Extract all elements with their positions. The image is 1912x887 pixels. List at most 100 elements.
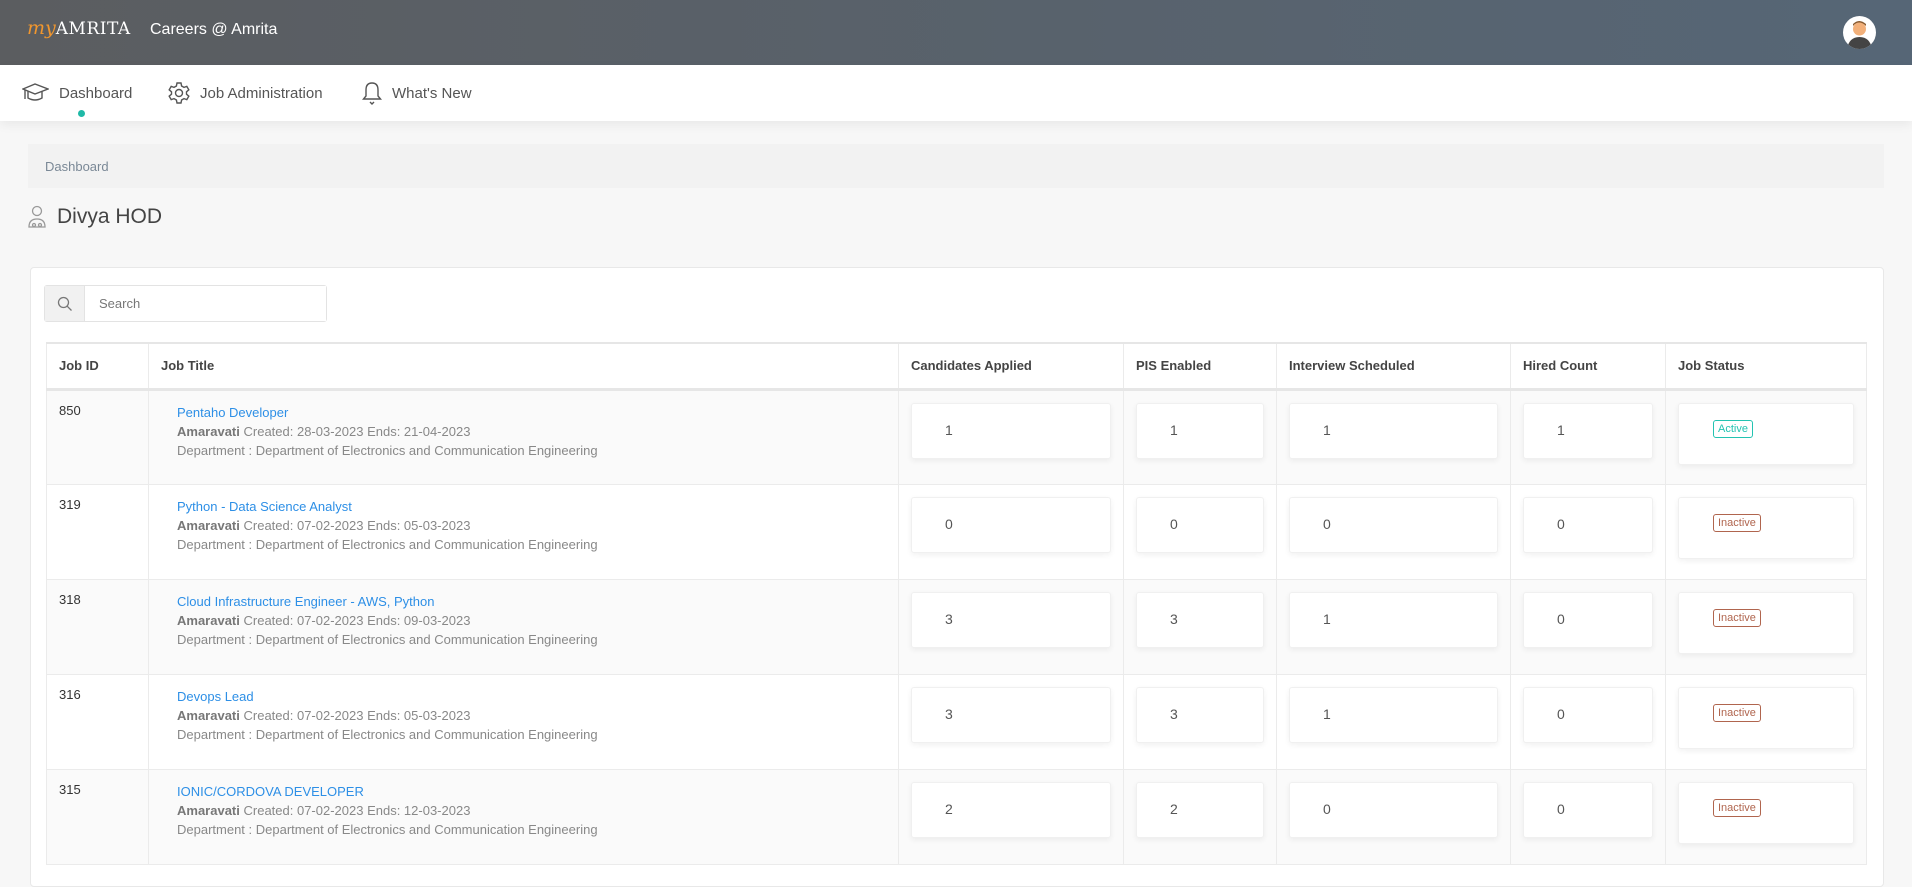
- app-title: Careers @ Amrita: [150, 21, 278, 38]
- interview-scheduled-value: 1: [1323, 421, 1331, 438]
- candidates-applied-count[interactable]: 0: [911, 496, 1111, 553]
- interview-scheduled-count[interactable]: 0: [1289, 781, 1498, 838]
- job-meta: Amaravati Created: 07-02-2023 Ends: 12-0…: [177, 801, 898, 820]
- hired-count-count[interactable]: 0: [1523, 591, 1653, 648]
- column-header-job-status[interactable]: Job Status: [1665, 342, 1867, 391]
- nav-job-administration-label: Job Administration: [200, 84, 323, 102]
- interview-scheduled-cell: 1: [1276, 388, 1511, 485]
- pis-enabled-cell: 2: [1123, 768, 1277, 865]
- pis-enabled-count[interactable]: 1: [1136, 402, 1264, 459]
- interview-scheduled-cell: 0: [1276, 483, 1511, 580]
- column-header-job-id[interactable]: Job ID: [46, 342, 149, 391]
- job-title-cell: Pentaho Developer Amaravati Created: 28-…: [148, 388, 899, 485]
- job-department: Department : Department of Electronics a…: [177, 726, 598, 742]
- top-header: my AMRITA Careers @ Amrita: [0, 0, 1912, 65]
- table-row: 850 Pentaho Developer Amaravati Created:…: [46, 388, 1867, 485]
- logo-brand: AMRITA: [55, 19, 131, 39]
- logo-my: my: [27, 17, 56, 39]
- hired-count-cell: 0: [1510, 673, 1666, 770]
- status-badge[interactable]: Inactive: [1713, 798, 1761, 817]
- status-badge[interactable]: Inactive: [1713, 703, 1761, 722]
- hired-count-cell: 0: [1510, 483, 1666, 580]
- hired-count-count[interactable]: 0: [1523, 781, 1653, 838]
- interview-scheduled-count[interactable]: 1: [1289, 402, 1498, 459]
- user-avatar[interactable]: [1843, 16, 1876, 49]
- column-header-hired-count[interactable]: Hired Count: [1510, 342, 1666, 391]
- breadcrumb-item[interactable]: Dashboard: [45, 159, 109, 174]
- column-header-interview-scheduled[interactable]: Interview Scheduled: [1276, 342, 1511, 391]
- job-location: Amaravati: [177, 707, 240, 723]
- job-status-box: Inactive: [1678, 781, 1854, 844]
- job-dates: Created: 28-03-2023 Ends: 21-04-2023: [243, 423, 471, 439]
- user-profile-icon: [28, 205, 46, 228]
- job-status-box: Inactive: [1678, 686, 1854, 749]
- pis-enabled-count[interactable]: 2: [1136, 781, 1264, 838]
- candidates-applied-count[interactable]: 3: [911, 686, 1111, 743]
- user-icon: [1847, 21, 1872, 49]
- job-title-cell: Devops Lead Amaravati Created: 07-02-202…: [148, 673, 899, 770]
- column-header-job-title[interactable]: Job Title: [148, 342, 899, 391]
- pis-enabled-cell: 3: [1123, 578, 1277, 675]
- job-status-cell: Active: [1665, 388, 1867, 485]
- table-row: 319 Python - Data Science Analyst Amarav…: [46, 483, 1867, 580]
- pis-enabled-value: 0: [1170, 515, 1178, 532]
- job-title-link[interactable]: Cloud Infrastructure Engineer - AWS, Pyt…: [177, 592, 898, 611]
- status-badge[interactable]: Inactive: [1713, 608, 1761, 627]
- job-title-link[interactable]: Pentaho Developer: [177, 403, 898, 422]
- interview-scheduled-count[interactable]: 1: [1289, 591, 1498, 648]
- pis-enabled-count[interactable]: 3: [1136, 591, 1264, 648]
- candidates-applied-cell: 3: [898, 578, 1124, 675]
- candidates-applied-cell: 2: [898, 768, 1124, 865]
- job-status-box: Inactive: [1678, 496, 1854, 559]
- candidates-applied-cell: 3: [898, 673, 1124, 770]
- job-location: Amaravati: [177, 612, 240, 628]
- column-header-pis-enabled[interactable]: PIS Enabled: [1123, 342, 1277, 391]
- job-department: Department : Department of Electronics a…: [177, 536, 598, 552]
- hired-count-value: 0: [1557, 610, 1565, 627]
- interview-scheduled-value: 0: [1323, 800, 1331, 817]
- job-title-link[interactable]: IONIC/CORDOVA DEVELOPER: [177, 782, 898, 801]
- candidates-applied-count[interactable]: 3: [911, 591, 1111, 648]
- status-badge[interactable]: Active: [1713, 419, 1753, 438]
- job-title-link[interactable]: Devops Lead: [177, 687, 898, 706]
- active-indicator: [78, 110, 85, 117]
- candidates-applied-value: 0: [945, 515, 953, 532]
- hired-count-cell: 1: [1510, 388, 1666, 485]
- interview-scheduled-value: 1: [1323, 705, 1331, 722]
- job-title-link[interactable]: Python - Data Science Analyst: [177, 497, 898, 516]
- column-header-candidates-applied[interactable]: Candidates Applied: [898, 342, 1124, 391]
- bell-icon: [362, 82, 382, 105]
- hired-count-count[interactable]: 0: [1523, 496, 1653, 553]
- job-status-cell: Inactive: [1665, 768, 1867, 865]
- search-input[interactable]: [85, 286, 326, 321]
- nav-whats-new[interactable]: What's New: [362, 65, 472, 121]
- job-location: Amaravati: [177, 423, 240, 439]
- job-status-box: Active: [1678, 402, 1854, 465]
- candidates-applied-value: 2: [945, 800, 953, 817]
- interview-scheduled-count[interactable]: 1: [1289, 686, 1498, 743]
- job-status-cell: Inactive: [1665, 578, 1867, 675]
- pis-enabled-value: 3: [1170, 610, 1178, 627]
- amrita-logo[interactable]: my AMRITA: [27, 17, 131, 39]
- table-row: 316 Devops Lead Amaravati Created: 07-02…: [46, 673, 1867, 770]
- status-badge[interactable]: Inactive: [1713, 513, 1761, 532]
- graduation-cap-icon: [22, 83, 49, 101]
- breadcrumb: Dashboard: [28, 144, 1884, 188]
- hired-count-count[interactable]: 1: [1523, 402, 1653, 459]
- candidates-applied-count[interactable]: 1: [911, 402, 1111, 459]
- job-title-cell: Cloud Infrastructure Engineer - AWS, Pyt…: [148, 578, 899, 675]
- pis-enabled-count[interactable]: 0: [1136, 496, 1264, 553]
- pis-enabled-value: 3: [1170, 705, 1178, 722]
- search-icon[interactable]: [45, 286, 85, 321]
- hired-count-count[interactable]: 0: [1523, 686, 1653, 743]
- jobs-card: Job IDJob TitleCandidates AppliedPIS Ena…: [30, 267, 1884, 887]
- pis-enabled-count[interactable]: 3: [1136, 686, 1264, 743]
- job-title-cell: Python - Data Science Analyst Amaravati …: [148, 483, 899, 580]
- nav-job-administration[interactable]: Job Administration: [168, 65, 323, 121]
- candidates-applied-cell: 0: [898, 483, 1124, 580]
- jobs-table: Job ID Job Title Candidates Applied PIS Ena…: [46, 342, 1867, 865]
- candidates-applied-count[interactable]: 2: [911, 781, 1111, 838]
- interview-scheduled-value: 1: [1323, 610, 1331, 627]
- interview-scheduled-count[interactable]: 0: [1289, 496, 1498, 553]
- nav-dashboard-label: Dashboard: [59, 84, 133, 102]
